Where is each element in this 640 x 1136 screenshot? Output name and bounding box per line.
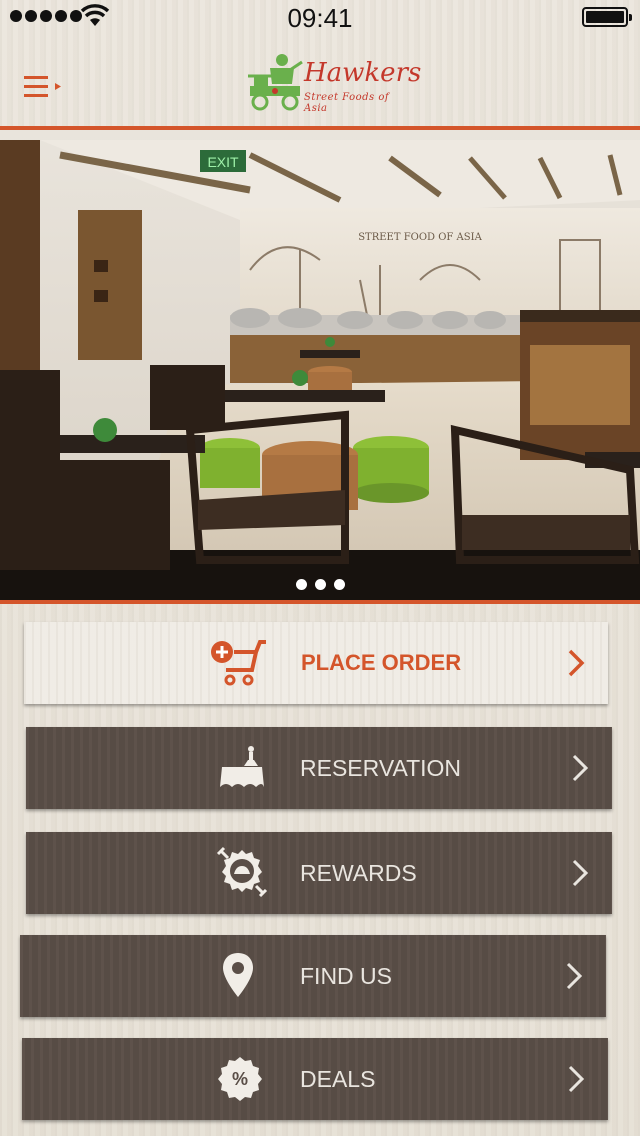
battery-icon [582,7,632,27]
reserved-table-icon [220,746,264,787]
add-to-cart-icon [211,640,266,686]
find-us-button[interactable]: FIND US [20,935,606,1017]
chevron-right-icon [566,962,583,990]
hero-divider [0,600,640,604]
logo-title: Hawkers [304,58,422,88]
find-us-label: FIND US [300,963,392,989]
reservation-label: RESERVATION [300,755,462,781]
hero-carousel[interactable]: EXIT STREET FOOD OF ASIA [0,130,640,600]
carousel-pagination[interactable] [0,579,640,590]
deals-button[interactable]: % DEALS [22,1038,608,1120]
percent-badge-icon: % [218,1057,262,1101]
status-bar: 09:41 [0,0,640,36]
brand-logo[interactable]: Hawkers Street Foods of Asia [246,50,421,114]
carousel-dot[interactable] [333,579,345,590]
place-order-button[interactable]: PLACE ORDER [24,622,608,704]
logo-tagline: Street Foods of Asia [304,92,390,114]
wall-mural-text: STREET FOOD OF ASIA [358,232,482,243]
rewards-label: REWARDS [300,860,417,886]
svg-text:%: % [232,1069,248,1089]
place-order-label: PLACE ORDER [301,650,462,675]
reservation-button[interactable]: RESERVATION [26,727,612,809]
food-cart-logo-icon [248,54,303,111]
exit-sign: EXIT [207,154,239,170]
chevron-right-icon [572,754,589,782]
restaurant-interior-photo: EXIT STREET FOOD OF ASIA [0,130,640,600]
app-header: Hawkers Street Foods of Asia [0,36,640,126]
chevron-right-icon [572,859,589,887]
chevron-right-icon [568,649,585,677]
rewards-badge-icon [216,846,268,898]
hamburger-menu-icon[interactable] [24,74,64,100]
status-time: 09:41 [287,3,353,33]
chevron-right-icon [568,1065,585,1093]
deals-label: DEALS [300,1066,376,1092]
carousel-dot[interactable] [314,579,326,590]
rewards-button[interactable]: REWARDS [26,832,612,914]
location-pin-icon [223,953,253,997]
carousel-dot[interactable] [295,579,307,590]
